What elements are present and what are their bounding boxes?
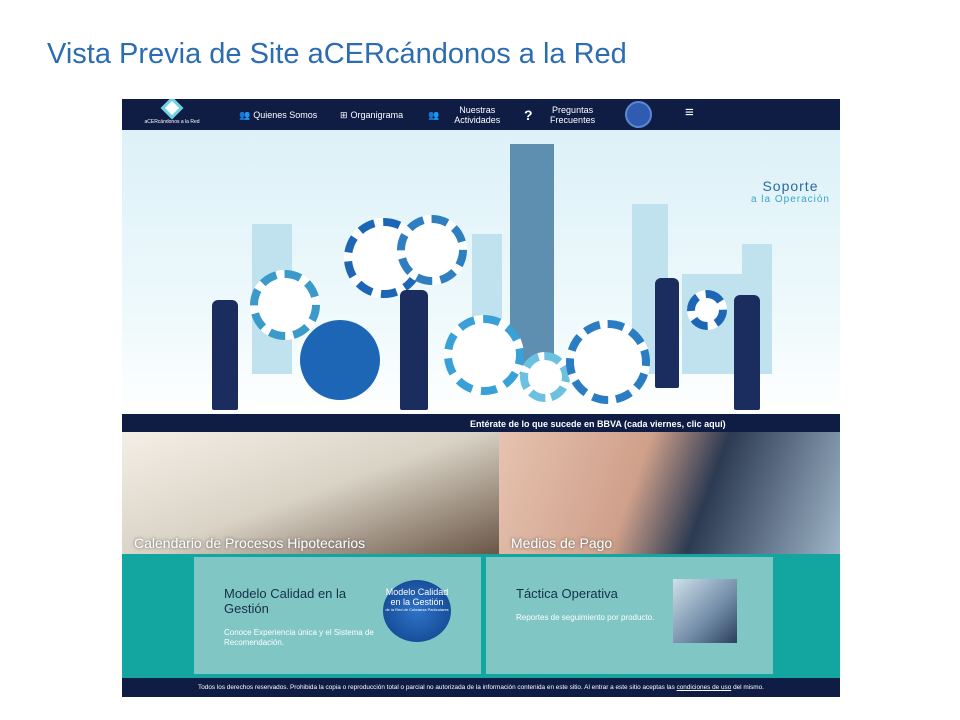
support-title: Soporte (762, 178, 819, 194)
nav-actividades[interactable]: 👥 Nuestras Actividades (428, 99, 502, 130)
question-icon: ? (524, 106, 533, 123)
support-subtitle: a la Operación (750, 194, 830, 205)
badge-title: Modelo Calidad en la Gestión (385, 587, 449, 607)
tile-calendario[interactable]: Calendario de Procesos Hipotecarios (122, 432, 499, 554)
users-icon: 👥 (239, 109, 251, 120)
footer: Todos los derechos reservados. Prohibida… (122, 678, 840, 697)
emblem-icon[interactable] (625, 101, 652, 128)
news-strip-link[interactable]: Entérate de lo que sucede en BBVA (cada … (122, 414, 840, 432)
card-title: Táctica Operativa (516, 586, 618, 601)
nav-label: Organigrama (350, 109, 404, 120)
logo-text: aCERcándonos a la Red (144, 119, 200, 125)
navbar: aCERcándonos a la Red 👥 Quienes Somos ⊞ Or… (122, 99, 840, 130)
slide-title: Vista Previa de Site aCERcándonos a la R… (47, 38, 627, 70)
tactica-image (673, 579, 737, 643)
org-chart-icon: ⊞ (340, 109, 348, 120)
nav-quienes-somos[interactable]: 👥 Quienes Somos (239, 99, 317, 130)
nav-label: Quienes Somos (253, 109, 318, 120)
terms-link[interactable]: condiciones de uso (677, 684, 732, 691)
logo-icon (160, 99, 184, 120)
nav-label: Nuestras Actividades (454, 104, 501, 125)
card-text: Conoce Experiencia única y el Sistema de… (224, 628, 374, 647)
tile-label: Calendario de Procesos Hipotecarios (134, 535, 366, 551)
tile-medios-pago[interactable]: Medios de Pago (499, 432, 840, 554)
nav-label: Preguntas Frecuentes (550, 104, 596, 125)
people-icon: 👥 (428, 109, 440, 120)
hero-banner[interactable]: Soporte a la Operación (122, 130, 840, 414)
site-preview: aCERcándonos a la Red 👥 Quienes Somos ⊞ Or… (122, 99, 840, 697)
badge-subtitle: de la Red de Cobranza Particulares (385, 607, 449, 612)
nav-preguntas[interactable]: ? Preguntas Frecuentes (524, 99, 598, 130)
footer-tail: del mismo. (733, 684, 764, 691)
card-tactica-operativa[interactable]: Táctica Operativa Reportes de seguimient… (486, 557, 773, 674)
cards-section: Modelo Calidad en la Gestión Conoce Expe… (122, 554, 840, 678)
card-title: Modelo Calidad en la Gestión (224, 586, 347, 616)
card-text: Reportes de seguimiento por producto. (516, 613, 655, 622)
support-logo: Soporte a la Operación (751, 178, 830, 205)
nav-organigrama[interactable]: ⊞ Organigrama (340, 99, 403, 130)
card-modelo-calidad[interactable]: Modelo Calidad en la Gestión Conoce Expe… (194, 557, 481, 674)
footer-text: Todos los derechos reservados. Prohibida… (198, 684, 675, 691)
site-logo[interactable]: aCERcándonos a la Red (142, 99, 202, 129)
hamburger-menu-icon[interactable]: ≡ (685, 105, 699, 120)
modelo-calidad-badge: Modelo Calidad en la Gestión de la Red d… (383, 580, 451, 642)
tile-label: Medios de Pago (511, 535, 613, 551)
